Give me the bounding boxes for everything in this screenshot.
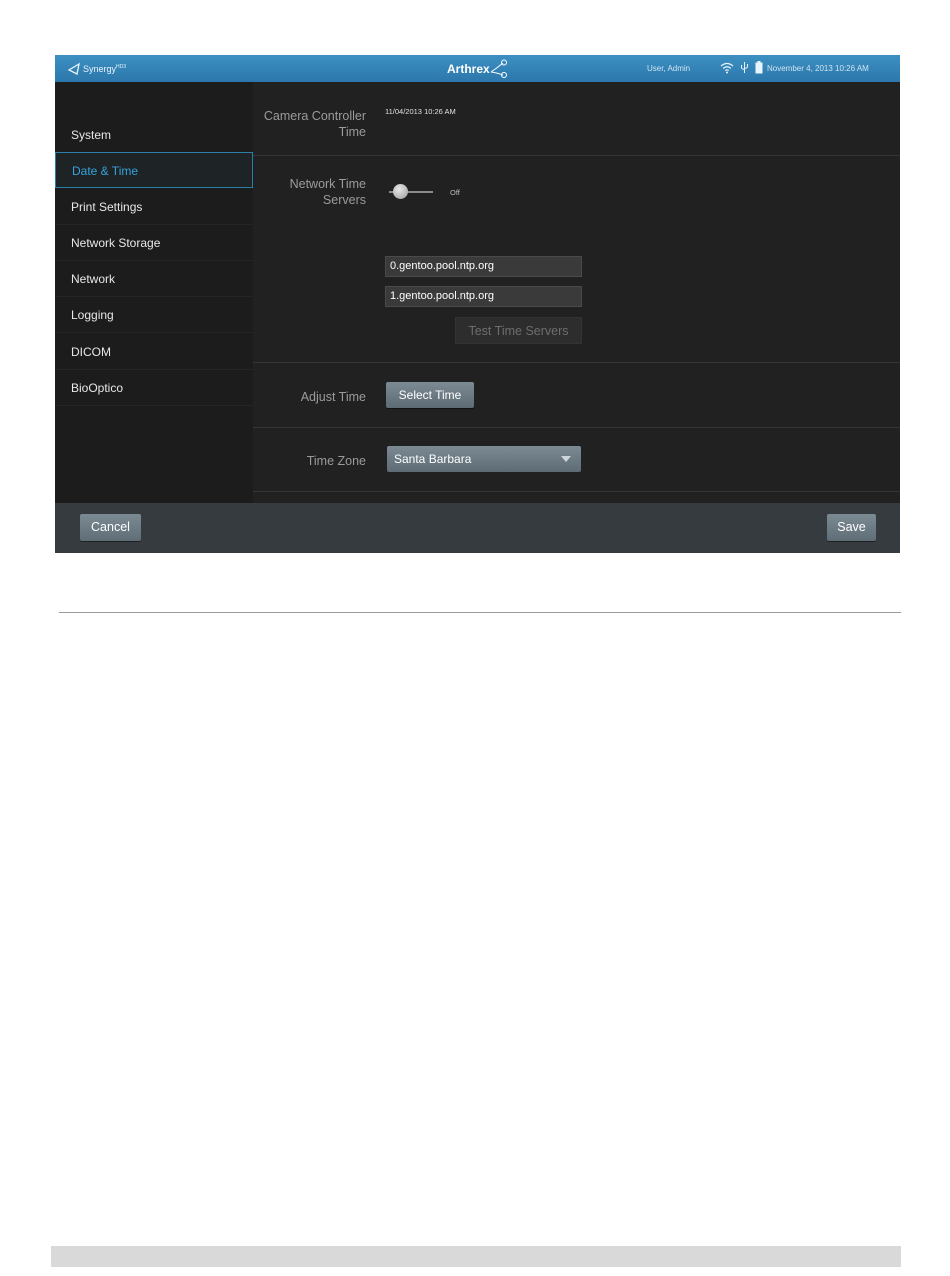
- camera-controller-time-label: Camera Controller Time: [263, 109, 366, 139]
- section-divider: [253, 491, 900, 492]
- camera-controller-time-value: 11/04/2013 10:26 AM: [385, 107, 456, 116]
- section-divider: [253, 155, 900, 156]
- toggle-knob[interactable]: [393, 184, 408, 199]
- horizontal-rule: [59, 612, 901, 613]
- save-button[interactable]: Save: [827, 514, 876, 541]
- sidebar-item-label: DICOM: [71, 345, 111, 359]
- network-time-toggle[interactable]: [385, 182, 435, 202]
- sidebar-item-label: BioOptico: [71, 381, 124, 395]
- sidebar-item-label: System: [71, 128, 112, 142]
- sidebar-item-label: Network Storage: [71, 236, 161, 250]
- ntp-server-field-2[interactable]: 1.gentoo.pool.ntp.org: [385, 286, 582, 307]
- brand-text: Arthrex: [447, 61, 490, 76]
- sidebar-item-logging[interactable]: Logging: [55, 297, 253, 333]
- header-datetime: November 4, 2013 10:26 AM: [767, 64, 869, 73]
- battery-icon: [755, 61, 763, 74]
- date-time-panel: Camera Controller Time 11/04/2013 10:26 …: [253, 82, 900, 503]
- time-zone-selected: Santa Barbara: [394, 452, 472, 466]
- synergy-logo: SynergyHD3: [67, 59, 126, 78]
- select-time-button[interactable]: Select Time: [386, 382, 474, 408]
- arthrex-mark-icon: [490, 59, 507, 78]
- section-divider: [253, 362, 900, 363]
- dropdown-arrow-icon: [561, 456, 571, 462]
- sidebar-item-date-time[interactable]: Date & Time: [55, 152, 253, 188]
- sidebar-item-network-storage[interactable]: Network Storage: [55, 225, 253, 261]
- synergy-logo-icon: [67, 62, 80, 75]
- wifi-icon: [720, 62, 734, 73]
- time-zone-dropdown[interactable]: Santa Barbara: [387, 446, 581, 472]
- top-bar: SynergyHD3 Arthrex User, Admin November …: [55, 55, 900, 82]
- cancel-button[interactable]: Cancel: [80, 514, 141, 541]
- arthrex-logo: Arthrex: [447, 57, 508, 80]
- app-window: SynergyHD3 Arthrex User, Admin November …: [55, 55, 900, 553]
- usb-icon: [741, 62, 748, 73]
- sidebar-item-biooptico[interactable]: BioOptico: [55, 370, 253, 406]
- sidebar-item-print-settings[interactable]: Print Settings: [55, 189, 253, 225]
- toggle-state-label: Off: [450, 188, 460, 197]
- test-time-servers-button[interactable]: Test Time Servers: [455, 317, 582, 344]
- user-label: User, Admin: [647, 64, 691, 73]
- ntp-server-field-1[interactable]: 0.gentoo.pool.ntp.org: [385, 256, 582, 277]
- logo-text: SynergyHD3: [83, 63, 127, 74]
- page-footer-bar: [51, 1246, 901, 1267]
- sidebar-item-network[interactable]: Network: [55, 261, 253, 297]
- sidebar-item-label: Logging: [71, 308, 114, 322]
- settings-sidebar: System Date & Time Print Settings Networ…: [55, 82, 253, 503]
- sidebar-item-dicom[interactable]: DICOM: [55, 334, 253, 370]
- sidebar-item-label: Date & Time: [72, 164, 139, 178]
- network-time-servers-label: Network Time Servers: [289, 177, 366, 207]
- sidebar-item-system[interactable]: System: [55, 117, 253, 153]
- sidebar-item-label: Print Settings: [71, 200, 143, 214]
- status-icons: [720, 61, 763, 74]
- time-zone-label: Time Zone: [306, 454, 366, 468]
- sidebar-item-label: Network: [71, 272, 116, 286]
- adjust-time-label: Adjust Time: [300, 390, 366, 404]
- bottom-bar: Cancel Save: [55, 503, 900, 553]
- section-divider: [253, 427, 900, 428]
